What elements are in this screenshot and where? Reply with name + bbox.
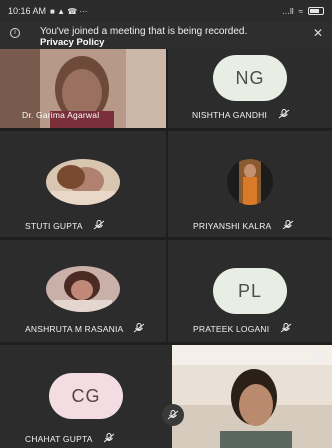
mic-off-icon — [93, 220, 105, 230]
participant-photo — [46, 159, 120, 205]
participant-tile-priyanshi[interactable]: PRIYANSHI KALRA — [168, 131, 332, 237]
participant-name-text: STUTI GUPTA — [25, 221, 83, 231]
participant-tile-chahat[interactable]: CG CHAHAT GUPTA — [0, 345, 172, 448]
mic-off-icon — [282, 220, 293, 230]
mic-off-icon — [134, 323, 145, 333]
privacy-policy-link[interactable]: Privacy Policy — [40, 37, 104, 48]
notification-icons: ■ ▲ ☎ ··· — [50, 6, 88, 16]
mic-off-icon — [167, 410, 179, 420]
mic-off-icon — [103, 433, 114, 443]
participant-name: PRATEEK LOGANI — [193, 323, 292, 334]
self-video — [172, 345, 332, 448]
participant-name: STUTI GUPTA — [25, 220, 105, 231]
status-bar: 10:16 AM ■ ▲ ☎ ··· …ll ≈ — [0, 0, 332, 22]
info-icon: i — [10, 28, 20, 38]
participant-name: Dr. Garima Agarwal — [22, 110, 100, 120]
participant-tile-prateek[interactable]: PL PRATEEK LOGANI — [168, 240, 332, 342]
participant-photo — [227, 159, 273, 205]
banner-message: You've joined a meeting that is being re… — [40, 26, 248, 37]
participant-name-text: ANSHRUTA M RASANIA — [25, 324, 123, 334]
mic-off-icon — [278, 109, 289, 119]
participant-avatar: NG — [213, 55, 287, 101]
close-icon[interactable]: ✕ — [313, 26, 323, 40]
participant-tile-anshruta[interactable]: ANSHRUTA M RASANIA — [0, 240, 166, 342]
participant-avatar: PL — [213, 268, 287, 314]
participant-name: ANSHRUTA M RASANIA — [25, 323, 145, 334]
mic-off-icon — [280, 323, 292, 333]
participant-name: PRIYANSHI KALRA — [193, 220, 294, 231]
status-time: 10:16 AM — [8, 6, 47, 16]
participant-name-text: NISHTHA GANDHI — [192, 110, 268, 120]
participant-tile-nishtha[interactable]: NG NISHTHA GANDHI — [168, 49, 332, 128]
recording-banner: i You've joined a meeting that is being … — [0, 22, 332, 49]
participant-avatar: CG — [49, 373, 123, 419]
participant-name-text: PRATEEK LOGANI — [193, 324, 270, 334]
participant-photo — [46, 266, 120, 312]
participant-tile-stuti[interactable]: STUTI GUPTA — [0, 131, 166, 237]
participant-tile-garima[interactable]: Dr. Garima Agarwal — [0, 49, 166, 128]
signal-icon: …ll — [282, 6, 294, 16]
mic-toggle-button[interactable] — [162, 404, 184, 426]
wifi-icon: ≈ — [298, 6, 303, 16]
participant-name-text: CHAHAT GUPTA — [25, 434, 93, 444]
participant-name: CHAHAT GUPTA — [25, 433, 115, 444]
participant-name: NISHTHA GANDHI — [192, 109, 290, 120]
battery-icon — [308, 7, 324, 15]
self-video-tile[interactable] — [172, 345, 332, 448]
participant-name-text: PRIYANSHI KALRA — [193, 221, 271, 231]
